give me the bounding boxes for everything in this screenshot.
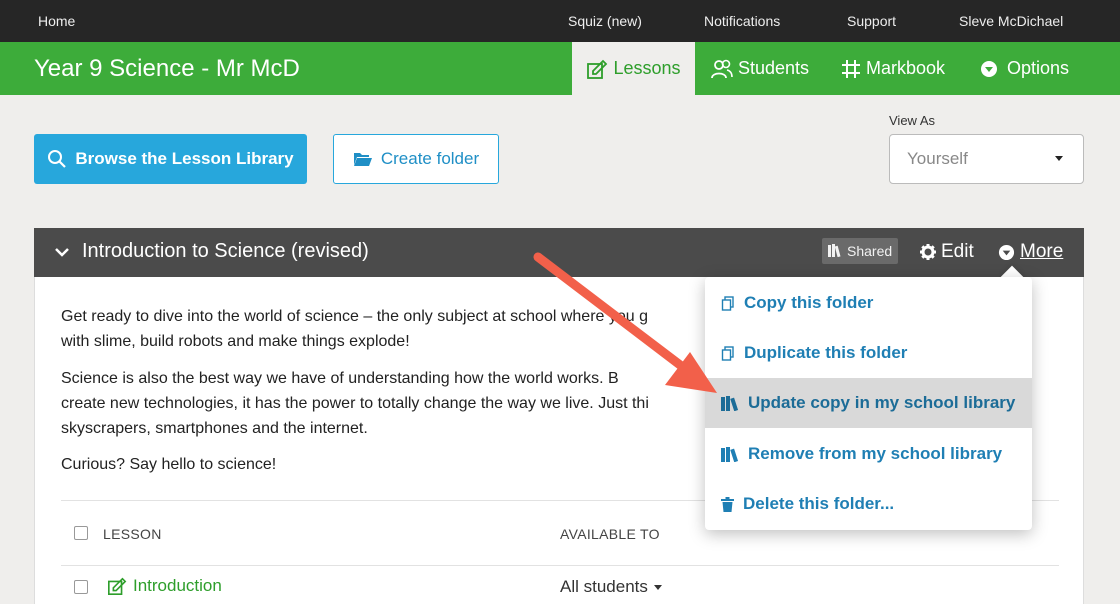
tab-options[interactable]: Options [980, 42, 1069, 95]
more-label: More [1020, 241, 1064, 262]
tab-markbook[interactable]: Markbook [841, 42, 945, 95]
nav-notifications[interactable]: Notifications [704, 13, 780, 29]
browse-label: Browse the Lesson Library [75, 149, 294, 168]
tab-label: Markbook [866, 58, 946, 78]
tab-lessons[interactable]: Lessons [572, 42, 695, 95]
tab-students[interactable]: Students [711, 42, 809, 95]
more-dropdown-menu: Copy this folder Duplicate this folder U… [705, 277, 1032, 530]
chevron-down-icon[interactable] [54, 244, 70, 260]
trash-icon [721, 496, 734, 512]
menu-item-update-school-library[interactable]: Update copy in my school library [705, 378, 1032, 428]
divider [61, 565, 1059, 566]
library-icon [721, 446, 739, 462]
edit-folder-button[interactable]: Edit [920, 241, 974, 263]
create-folder-button[interactable]: Create folder [333, 134, 499, 184]
menu-item-duplicate-folder[interactable]: Duplicate this folder [705, 328, 1032, 378]
description-line: with slime, build robots and make things… [61, 333, 410, 350]
view-as-label: View As [889, 113, 936, 128]
browse-lesson-library-button[interactable]: Browse the Lesson Library [34, 134, 307, 184]
caret-down-icon [653, 584, 662, 590]
copy-icon [721, 295, 734, 311]
folder-open-icon [353, 153, 372, 166]
chevron-circle-icon [998, 244, 1015, 260]
description-line: Science is also the best way we have of … [61, 370, 619, 387]
more-menu-button[interactable]: More [998, 241, 1063, 263]
search-icon [48, 150, 67, 168]
top-nav: Home Squiz (new) Notifications Support S… [0, 0, 1120, 42]
available-to-dropdown[interactable]: All students [560, 577, 662, 597]
copy-icon [721, 345, 734, 361]
create-folder-label: Create folder [380, 149, 480, 168]
description-line: create new technologies, it has the powe… [61, 395, 649, 412]
select-all-checkbox[interactable] [74, 526, 88, 540]
nav-squiz[interactable]: Squiz (new) [568, 13, 642, 29]
caret-down-icon [1055, 156, 1063, 161]
class-title: Year 9 Science - Mr McD [34, 55, 300, 82]
description-line: Get ready to dive into the world of scie… [61, 308, 648, 325]
folder-title[interactable]: Introduction to Science (revised) [82, 240, 369, 263]
available-to-value: All students [560, 577, 648, 596]
menu-item-label: Copy this folder [744, 293, 874, 312]
library-icon [721, 395, 739, 411]
row-checkbox[interactable] [74, 580, 88, 594]
menu-item-label: Delete this folder... [743, 494, 895, 513]
description-line: Curious? Say hello to science! [61, 456, 277, 473]
nav-support[interactable]: Support [847, 13, 896, 29]
available-to-column-header: AVAILABLE TO [560, 526, 660, 542]
menu-item-remove-school-library[interactable]: Remove from my school library [705, 429, 1032, 479]
class-header: Year 9 Science - Mr McD Lessons Students… [0, 42, 1120, 95]
lesson-name: Introduction [133, 576, 222, 595]
tab-label: Students [738, 58, 810, 78]
chevron-circle-icon [981, 60, 997, 77]
tab-label: Options [1007, 58, 1070, 78]
edit-label: Edit [941, 241, 974, 262]
menu-item-label: Remove from my school library [748, 444, 1003, 463]
students-icon [711, 59, 733, 78]
library-icon [828, 244, 841, 257]
folder-header: Introduction to Science (revised) Shared… [34, 228, 1084, 277]
lesson-icon [108, 577, 127, 595]
gear-icon [920, 244, 936, 260]
tab-label: Lessons [613, 58, 681, 78]
lesson-link[interactable]: Introduction [107, 576, 222, 596]
lesson-column-header: LESSON [103, 526, 162, 542]
menu-item-delete-folder[interactable]: Delete this folder... [705, 479, 1032, 529]
view-as-select[interactable]: Yourself [889, 134, 1084, 184]
menu-item-copy-folder[interactable]: Copy this folder [705, 278, 1032, 328]
menu-item-label: Update copy in my school library [748, 393, 1016, 412]
lesson-icon [587, 59, 608, 79]
shared-label: Shared [847, 243, 893, 259]
menu-item-label: Duplicate this folder [744, 343, 908, 362]
nav-home[interactable]: Home [38, 13, 75, 29]
shared-badge: Shared [822, 238, 899, 264]
view-as-value: Yourself [907, 149, 968, 168]
grid-icon [842, 59, 860, 78]
description-line: skyscrapers, smartphones and the interne… [61, 420, 368, 437]
nav-user-menu[interactable]: Sleve McDichael [959, 13, 1063, 29]
